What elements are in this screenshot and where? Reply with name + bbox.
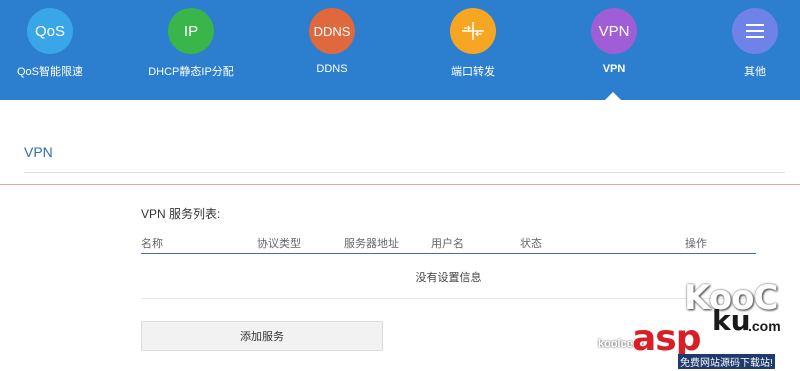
column-header-username: 用户名 (431, 238, 464, 250)
watermark-logo-ku: ku (712, 304, 751, 337)
ip-icon: IP (168, 8, 214, 54)
divider (24, 172, 785, 173)
column-header-actions: 操作 (685, 238, 707, 250)
nav-item-dhcp-static-ip[interactable]: IP DHCP静态IP分配 (131, 8, 251, 92)
qos-icon: QoS (27, 8, 73, 54)
column-header-status: 状态 (520, 238, 542, 250)
nav-item-label: 其他 (744, 66, 766, 78)
column-header-protocol: 协议类型 (257, 238, 301, 250)
nav-item-vpn[interactable]: VPN VPN (554, 8, 674, 92)
column-header-name: 名称 (141, 238, 163, 250)
empty-state-text: 没有设置信息 (415, 271, 482, 284)
nav-item-qos[interactable]: QoS QoS智能限速 (0, 8, 110, 92)
port-forward-glyph (462, 22, 484, 40)
list-title: VPN 服务列表: (141, 207, 221, 221)
empty-state-row: 没有设置信息 (141, 255, 756, 299)
table-header: 名称 协议类型 服务器地址 用户名 状态 操作 (141, 234, 756, 254)
menu-icon (732, 8, 778, 54)
hamburger-glyph (746, 24, 764, 38)
vpn-icon: VPN (591, 8, 637, 54)
watermark-subtitle: 免费网站源码下载站! (678, 354, 775, 369)
port-forward-icon (450, 8, 496, 54)
watermark-logo-com: .com (748, 318, 781, 334)
nav-item-label: VPN (602, 63, 626, 75)
nav-item-other[interactable]: 其他 (695, 8, 800, 92)
divider-accent (0, 184, 800, 185)
nav-item-port-forward[interactable]: 端口转发 (413, 8, 533, 92)
add-service-button[interactable]: 添加服务 (141, 321, 383, 351)
watermark-logo-asp: asp (632, 318, 701, 359)
ddns-icon: DDNS (309, 8, 355, 54)
active-tab-indicator (605, 92, 621, 100)
column-header-server: 服务器地址 (344, 238, 399, 250)
nav-item-label: DDNS (316, 63, 348, 75)
section-title: VPN (24, 144, 53, 160)
top-navigation-bar: QoS QoS智能限速 IP DHCP静态IP分配 DDNS DDNS 端口转发… (0, 0, 800, 100)
nav-item-label: DHCP静态IP分配 (148, 66, 234, 78)
nav-item-label: 端口转发 (451, 66, 495, 78)
nav-item-ddns[interactable]: DDNS DDNS (272, 8, 392, 92)
nav-item-label: QoS智能限速 (16, 66, 83, 78)
